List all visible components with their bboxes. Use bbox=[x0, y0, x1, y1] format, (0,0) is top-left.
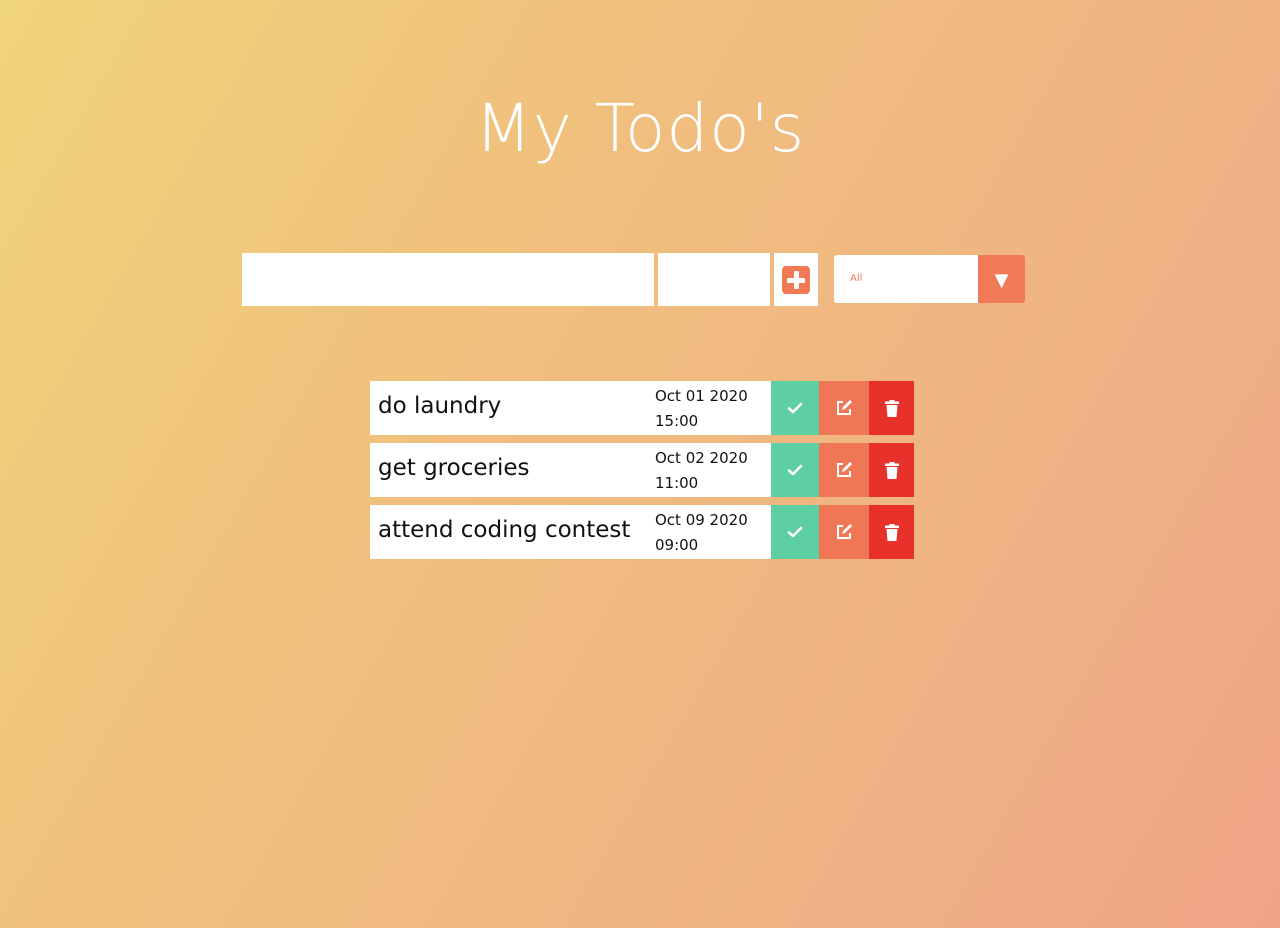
todo-item: get groceries Oct 02 2020 11:00 bbox=[370, 443, 914, 497]
delete-button[interactable] bbox=[869, 505, 914, 559]
todo-datetime: Oct 01 2020 15:00 bbox=[655, 384, 748, 434]
edit-button[interactable] bbox=[819, 505, 869, 559]
plus-square-icon bbox=[782, 266, 810, 294]
delete-button[interactable] bbox=[869, 381, 914, 435]
edit-icon bbox=[837, 400, 852, 415]
add-todo-button[interactable] bbox=[774, 253, 818, 306]
trash-icon bbox=[884, 461, 899, 479]
todo-date: Oct 09 2020 bbox=[655, 511, 748, 529]
todo-time: 11:00 bbox=[655, 474, 699, 492]
chevron-down-icon: ▼ bbox=[978, 255, 1025, 303]
date-input[interactable] bbox=[658, 253, 770, 306]
complete-button[interactable] bbox=[771, 505, 819, 559]
check-icon bbox=[787, 402, 803, 414]
edit-button[interactable] bbox=[819, 381, 869, 435]
page-title: My Todo's bbox=[474, 90, 806, 168]
check-icon bbox=[787, 464, 803, 476]
todo-list: do laundry Oct 01 2020 15:00 get groceri… bbox=[370, 381, 914, 567]
delete-button[interactable] bbox=[869, 443, 914, 497]
todo-datetime: Oct 09 2020 09:00 bbox=[655, 508, 748, 558]
filter-select[interactable]: All ▼ bbox=[834, 255, 1025, 303]
todo-item: attend coding contest Oct 09 2020 09:00 bbox=[370, 505, 914, 559]
todo-date: Oct 02 2020 bbox=[655, 449, 748, 467]
todo-time: 09:00 bbox=[655, 536, 699, 554]
todo-item: do laundry Oct 01 2020 15:00 bbox=[370, 381, 914, 435]
todo-text: attend coding contest bbox=[378, 517, 631, 543]
filter-selected-value: All bbox=[850, 273, 863, 284]
trash-icon bbox=[884, 523, 899, 541]
edit-button[interactable] bbox=[819, 443, 869, 497]
edit-icon bbox=[837, 462, 852, 477]
trash-icon bbox=[884, 399, 899, 417]
check-icon bbox=[787, 526, 803, 538]
edit-icon bbox=[837, 524, 852, 539]
complete-button[interactable] bbox=[771, 443, 819, 497]
complete-button[interactable] bbox=[771, 381, 819, 435]
todo-input[interactable] bbox=[242, 253, 654, 306]
todo-text: get groceries bbox=[378, 455, 530, 481]
todo-datetime: Oct 02 2020 11:00 bbox=[655, 446, 748, 496]
todo-time: 15:00 bbox=[655, 412, 699, 430]
todo-text: do laundry bbox=[378, 393, 502, 419]
todo-date: Oct 01 2020 bbox=[655, 387, 748, 405]
